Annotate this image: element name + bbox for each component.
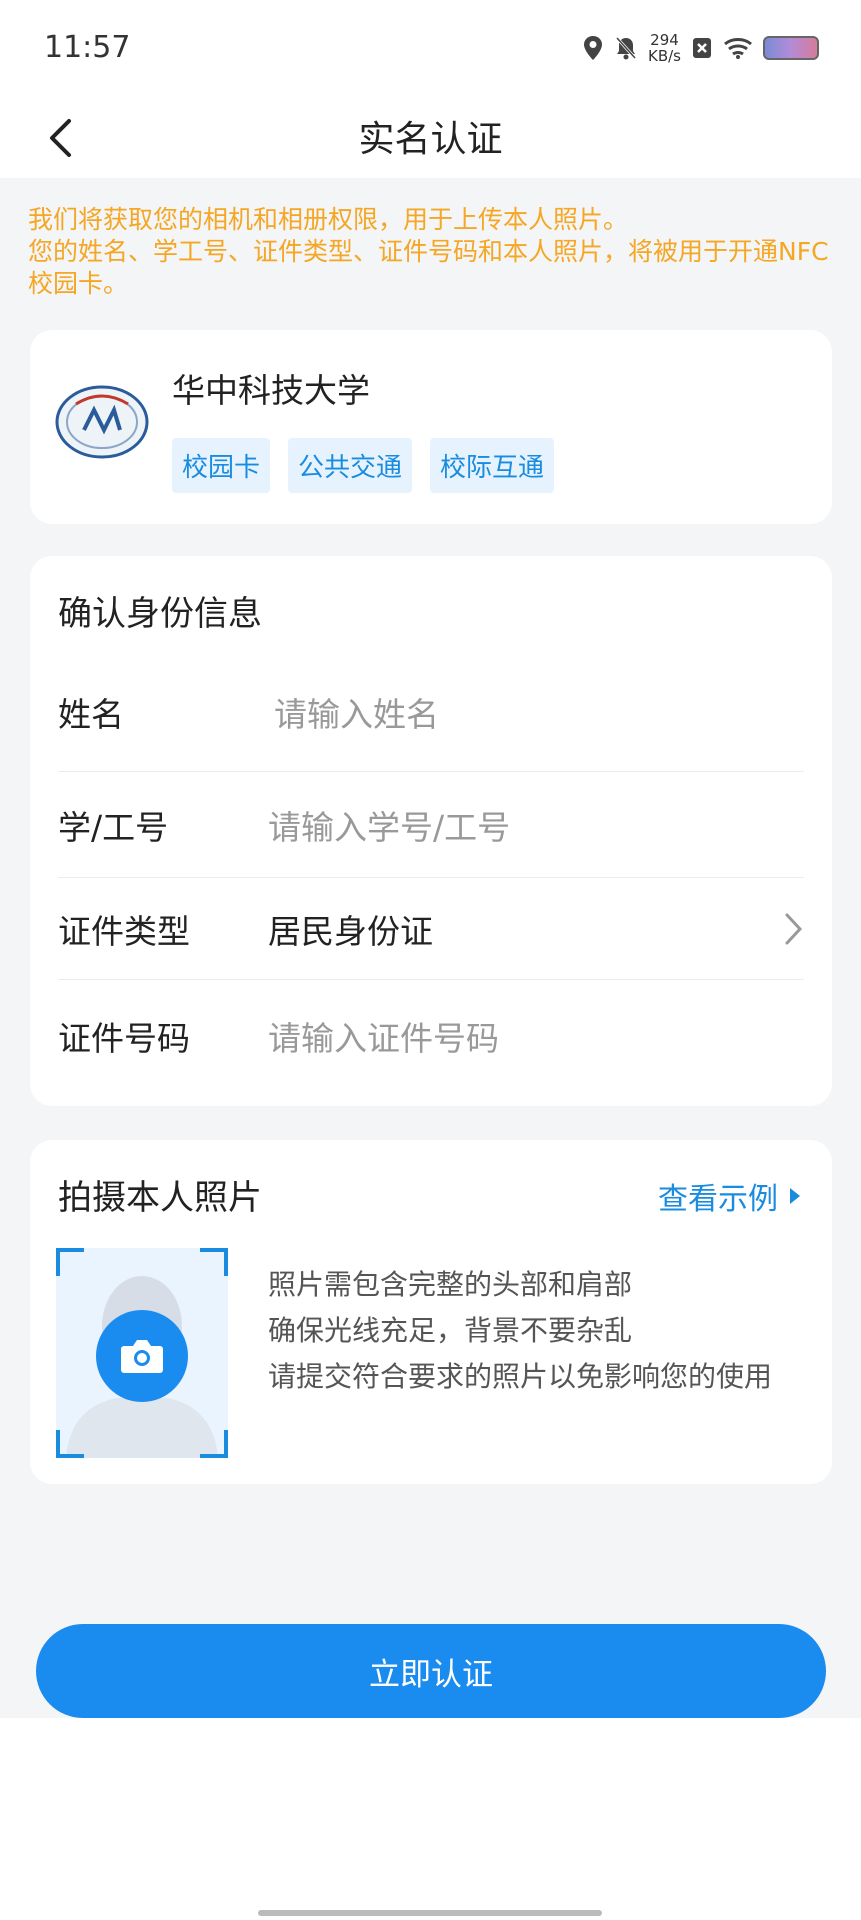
location-icon (584, 36, 602, 60)
name-label: 姓名 (58, 695, 124, 734)
id-number-row[interactable]: 证件号码 请输入证件号码 (58, 980, 804, 1092)
speed-unit: KB/s (648, 47, 681, 65)
id-type-label: 证件类型 (58, 912, 190, 951)
camera-button[interactable] (96, 1310, 188, 1402)
photo-card: 拍摄本人照片 查看示例 照片需包含完整的头部和肩部 确保光线充足，背景不要杂乱 … (30, 1140, 832, 1484)
identity-card: 确认身份信息 姓名 请输入姓名 学/工号 请输入学号/工号 证件类型 居民身份证… (30, 556, 832, 1106)
frame-corner (200, 1248, 228, 1276)
wifi-icon (724, 38, 752, 59)
tip-line: 请提交符合要求的照片以免影响您的使用 (268, 1360, 773, 1393)
view-example-label: 查看示例 (658, 1182, 778, 1217)
battery-icon (763, 36, 819, 60)
tag-campus-card: 校园卡 (172, 438, 271, 493)
page-title: 实名认证 (358, 119, 503, 160)
tip-line: 照片需包含完整的头部和肩部 (268, 1268, 633, 1301)
notice-line-1: 我们将获取您的相机和相册权限，用于上传本人照片。 (28, 205, 629, 234)
network-speed: 294 KB/s (648, 32, 681, 64)
tag-inter-campus: 校际互通 (430, 438, 555, 493)
status-icons: 294 KB/s (582, 32, 819, 64)
frame-corner (200, 1430, 228, 1458)
student-id-input[interactable]: 请输入学号/工号 (268, 801, 510, 849)
speed-value: 294 (650, 31, 679, 49)
home-indicator[interactable] (258, 1910, 602, 1916)
school-name: 华中科技大学 (172, 371, 370, 410)
id-number-input[interactable]: 请输入证件号码 (268, 1012, 499, 1060)
sim-x-icon (693, 38, 711, 58)
school-card: 华中科技大学 校园卡 公共交通 校际互通 (30, 330, 832, 524)
school-logo-icon (55, 385, 149, 459)
triangle-right-icon (790, 1188, 800, 1204)
id-type-row[interactable]: 证件类型 居民身份证 (58, 878, 804, 980)
verify-now-button[interactable]: 立即认证 (36, 1624, 826, 1718)
mute-bell-icon (615, 36, 637, 60)
camera-icon (121, 1340, 163, 1373)
student-id-label: 学/工号 (58, 808, 169, 847)
frame-corner (56, 1248, 84, 1276)
status-time: 11:57 (44, 30, 131, 65)
photo-section-title: 拍摄本人照片 (58, 1178, 262, 1218)
frame-corner (56, 1430, 84, 1458)
service-tags: 校园卡 公共交通 校际互通 (172, 438, 555, 493)
chevron-right-icon (785, 913, 803, 945)
view-example-link[interactable]: 查看示例 (658, 1174, 802, 1218)
nav-bar: 实名认证 (0, 100, 861, 178)
id-number-label: 证件号码 (58, 1019, 190, 1058)
tip-line: 确保光线充足，背景不要杂乱 (268, 1314, 633, 1347)
photo-tips: 照片需包含完整的头部和肩部 确保光线充足，背景不要杂乱 请提交符合要求的照片以免… (268, 1262, 772, 1400)
name-input[interactable]: 请输入姓名 (274, 688, 439, 736)
permission-notice: 我们将获取您的相机和相册权限，用于上传本人照片。 您的姓名、学工号、证件类型、证… (28, 204, 836, 300)
main-content: 我们将获取您的相机和相册权限，用于上传本人照片。 您的姓名、学工号、证件类型、证… (0, 178, 861, 1718)
identity-section-title: 确认身份信息 (58, 594, 262, 634)
student-id-row[interactable]: 学/工号 请输入学号/工号 (58, 772, 804, 878)
status-bar: 11:57 294 KB/s (0, 0, 861, 100)
photo-upload-area[interactable] (56, 1248, 228, 1458)
notice-line-2: 您的姓名、学工号、证件类型、证件号码和本人照片，将被用于开通NFC校园卡。 (28, 237, 829, 298)
name-row[interactable]: 姓名 请输入姓名 (58, 652, 804, 772)
id-type-select[interactable]: 居民身份证 (268, 905, 433, 953)
tag-public-transit: 公共交通 (288, 438, 413, 493)
